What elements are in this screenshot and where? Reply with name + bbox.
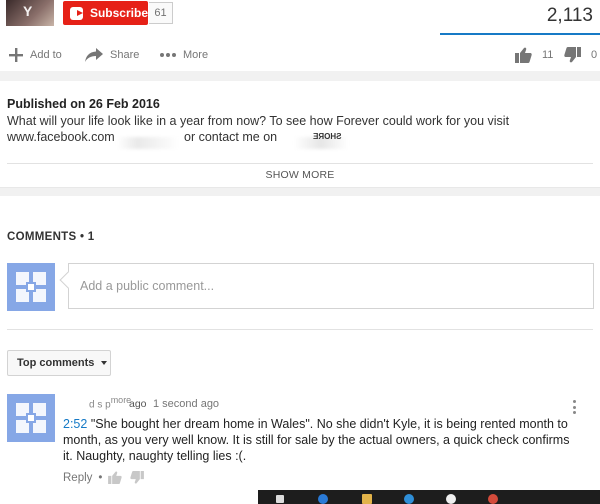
thumbs-down-icon[interactable] xyxy=(130,471,145,484)
comment-ago-fragment: ago xyxy=(129,398,147,410)
description-link[interactable]: www.facebook.com xyxy=(7,130,115,144)
taskbar-browser-icon[interactable] xyxy=(488,494,498,504)
subscribe-button[interactable]: Subscribe xyxy=(63,1,148,25)
add-comment-input[interactable] xyxy=(80,264,580,308)
redacted-text xyxy=(117,137,179,149)
plus-icon xyxy=(9,48,23,62)
default-avatar-icon xyxy=(16,272,46,302)
thumbs-down-icon xyxy=(564,47,581,63)
comment-actions: Reply • xyxy=(63,471,145,484)
taskbar-app-icon[interactable] xyxy=(446,494,456,504)
sort-comments-dropdown[interactable]: Top comments xyxy=(7,350,111,376)
dislike-button[interactable]: 0 xyxy=(564,46,597,64)
comment-text: 2:52 "She bought her dream home in Wales… xyxy=(63,416,575,464)
share-button[interactable]: Share xyxy=(84,46,139,64)
comments-header: COMMENTS • 1 xyxy=(7,231,95,243)
channel-avatar[interactable]: Y xyxy=(6,0,54,26)
add-to-label: Add to xyxy=(30,49,62,61)
dislike-count: 0 xyxy=(591,49,598,61)
taskbar-app-icon[interactable] xyxy=(276,495,284,503)
share-label: Share xyxy=(110,49,140,61)
description-card: Published on 26 Feb 2016 What will your … xyxy=(0,81,600,188)
separator-dot: • xyxy=(98,471,103,484)
more-dots-icon xyxy=(160,53,176,57)
comment-author-name: d s p xyxy=(89,399,111,411)
default-avatar-icon xyxy=(16,403,46,433)
add-to-button[interactable]: Add to xyxy=(8,46,62,64)
description-line-1: What will your life look like in a year … xyxy=(7,114,510,128)
channel-avatar-letter: Y xyxy=(23,3,33,19)
thumbs-up-icon xyxy=(515,47,532,63)
sort-label: Top comments xyxy=(17,357,95,369)
published-date: Published on 26 Feb 2016 xyxy=(7,97,160,111)
thumbs-up-icon[interactable] xyxy=(108,471,123,484)
comment-author[interactable]: d s pmore xyxy=(89,395,131,410)
divider xyxy=(7,163,593,164)
mirrored-text: SHORE xyxy=(313,132,342,141)
youtube-play-icon xyxy=(70,6,83,20)
comment-input-box[interactable] xyxy=(68,263,594,309)
view-count: 2,113 xyxy=(546,5,593,26)
like-button[interactable]: 11 xyxy=(515,46,553,64)
taskbar-app-icon[interactable] xyxy=(404,494,414,504)
subscriber-count: 61 xyxy=(149,2,173,24)
chevron-down-icon xyxy=(101,361,108,365)
more-button[interactable]: More xyxy=(159,46,208,64)
user-avatar[interactable] xyxy=(7,263,55,311)
divider xyxy=(7,329,593,330)
description-line-2: or contact me on xyxy=(184,130,278,144)
comment-menu-icon[interactable] xyxy=(573,400,577,414)
comment-body: "She bought her dream home in Wales". No… xyxy=(63,417,570,463)
video-owner-card: Y Subscribe 61 2,113 Add to Share More 1… xyxy=(0,0,600,71)
taskbar-folder-icon[interactable] xyxy=(362,494,372,504)
os-taskbar xyxy=(258,490,600,504)
more-label: More xyxy=(183,49,209,61)
sentiment-bar xyxy=(440,33,600,35)
reply-button[interactable]: Reply xyxy=(63,472,92,484)
like-count: 11 xyxy=(542,49,554,61)
taskbar-app-icon[interactable] xyxy=(318,494,328,504)
comment-time[interactable]: 1 second ago xyxy=(153,398,219,410)
comment-timestamp-link[interactable]: 2:52 xyxy=(63,417,87,431)
share-icon xyxy=(85,48,103,62)
comments-card: COMMENTS • 1 Top comments d s pmore xyxy=(0,196,600,504)
subscribe-label: Subscribe xyxy=(89,6,148,20)
commenter-avatar[interactable] xyxy=(7,394,55,442)
show-more-button[interactable]: SHOW MORE xyxy=(0,169,600,181)
